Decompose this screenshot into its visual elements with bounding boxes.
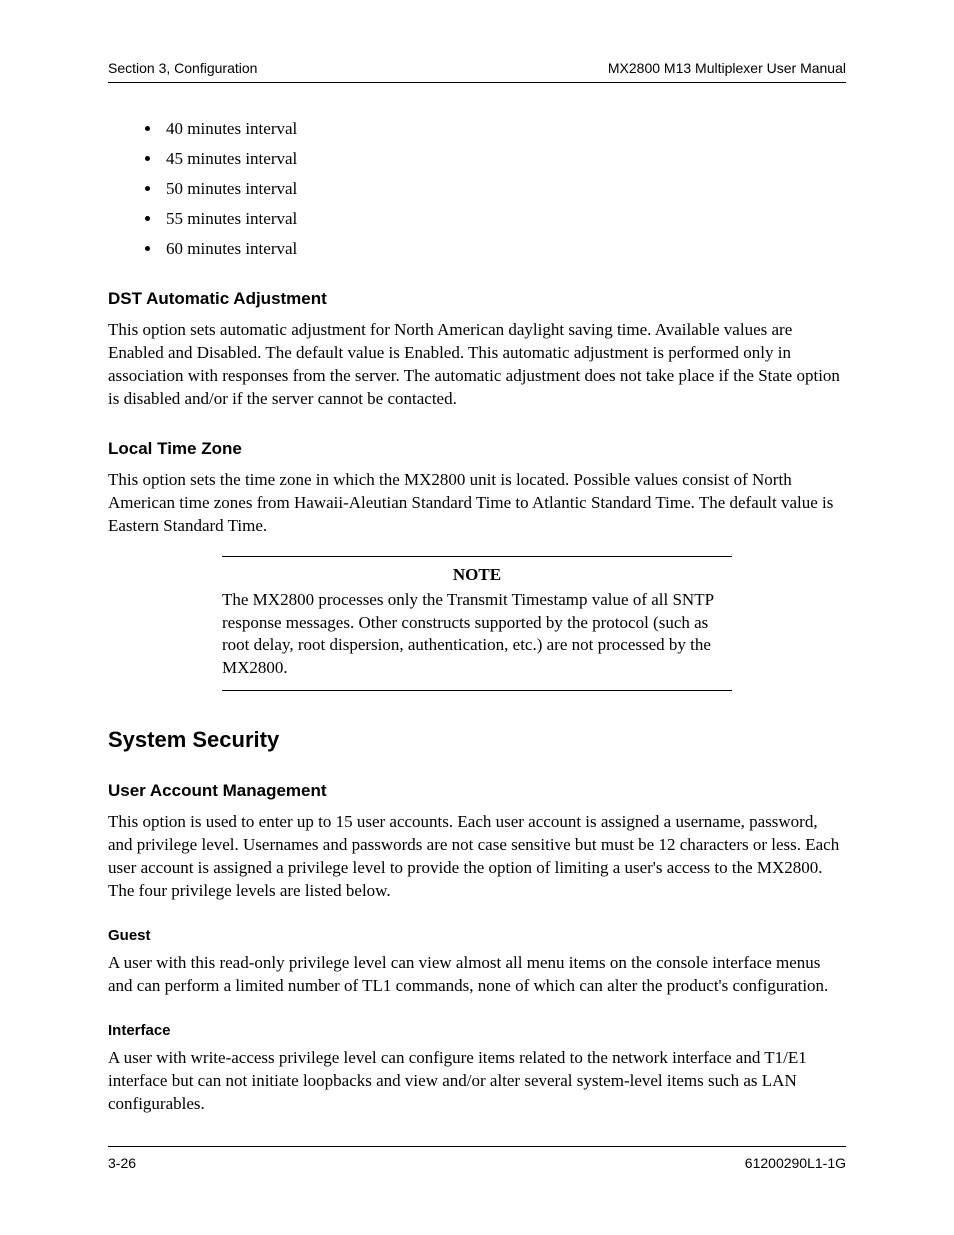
page-header: Section 3, Configuration MX2800 M13 Mult…	[108, 60, 846, 76]
header-left: Section 3, Configuration	[108, 60, 257, 76]
interval-list: 40 minutes interval 45 minutes interval …	[108, 119, 846, 259]
heading-system-security: System Security	[108, 727, 846, 753]
note-body: The MX2800 processes only the Transmit T…	[222, 589, 732, 681]
heading-guest: Guest	[108, 927, 846, 944]
note-box: NOTE The MX2800 processes only the Trans…	[222, 556, 732, 692]
list-item: 50 minutes interval	[162, 179, 846, 199]
footer-right: 61200290L1-1G	[745, 1155, 846, 1171]
note-title: NOTE	[222, 565, 732, 585]
heading-interface: Interface	[108, 1022, 846, 1039]
header-right: MX2800 M13 Multiplexer User Manual	[608, 60, 846, 76]
body-guest: A user with this read-only privilege lev…	[108, 952, 846, 998]
footer-left: 3-26	[108, 1155, 136, 1171]
body-dst: This option sets automatic adjustment fo…	[108, 319, 846, 411]
page: Section 3, Configuration MX2800 M13 Mult…	[0, 0, 954, 1211]
list-item: 45 minutes interval	[162, 149, 846, 169]
footer-rule	[108, 1146, 846, 1147]
heading-tz: Local Time Zone	[108, 439, 846, 459]
body-uam: This option is used to enter up to 15 us…	[108, 811, 846, 903]
page-footer: 3-26 61200290L1-1G	[108, 1155, 846, 1171]
body-tz: This option sets the time zone in which …	[108, 469, 846, 538]
header-rule	[108, 82, 846, 83]
list-item: 40 minutes interval	[162, 119, 846, 139]
heading-dst: DST Automatic Adjustment	[108, 289, 846, 309]
list-item: 60 minutes interval	[162, 239, 846, 259]
list-item: 55 minutes interval	[162, 209, 846, 229]
heading-uam: User Account Management	[108, 781, 846, 801]
body-interface: A user with write-access privilege level…	[108, 1047, 846, 1116]
